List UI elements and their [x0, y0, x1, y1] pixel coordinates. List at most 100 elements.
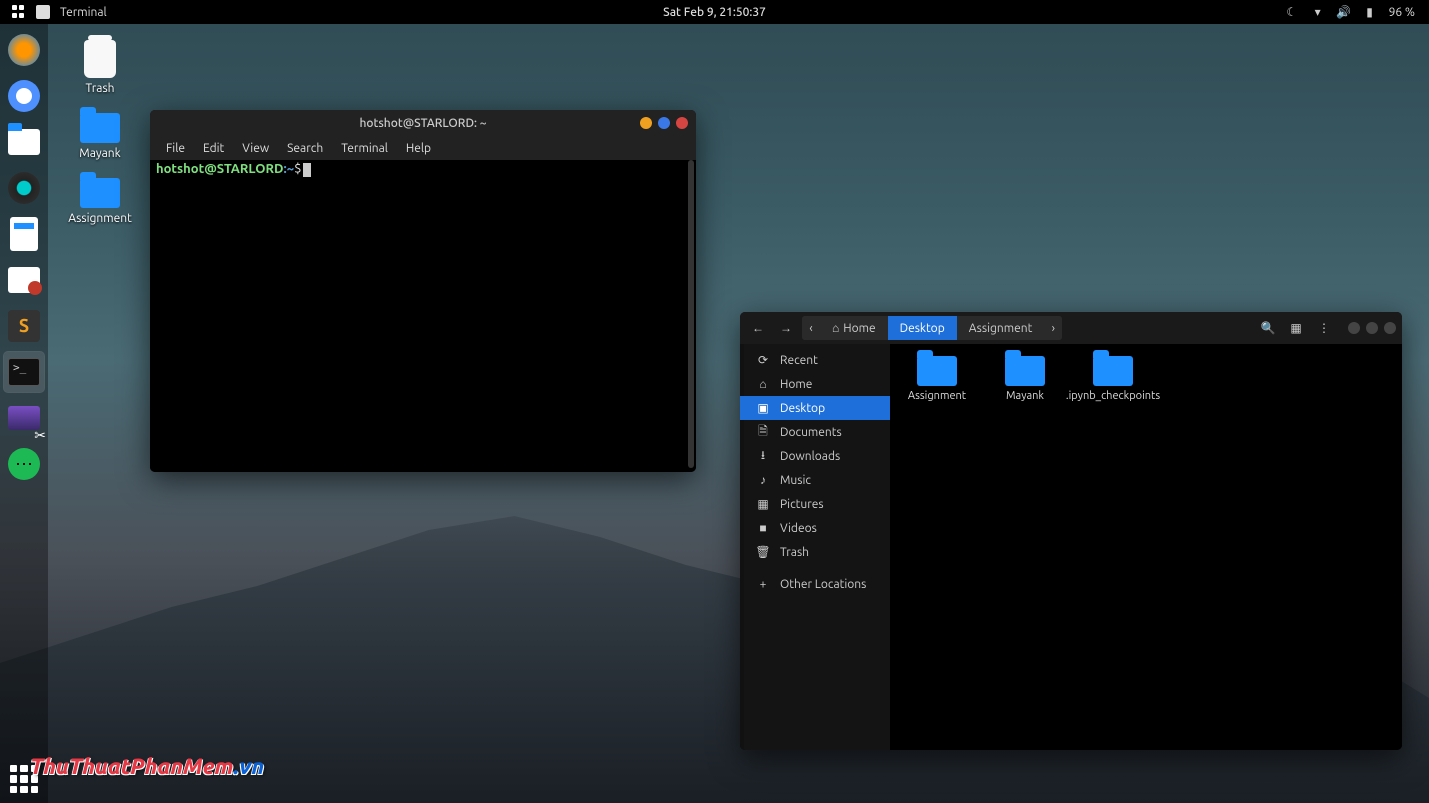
desktop-icon-trash[interactable]: Trash	[60, 40, 140, 95]
folder-item-assignment[interactable]: Assignment	[902, 356, 972, 402]
grid-icon: ▦	[1290, 321, 1301, 335]
night-light-icon[interactable]: ☾	[1285, 5, 1299, 19]
files-launcher[interactable]	[4, 122, 44, 162]
sidebar-item-videos[interactable]: ■Videos	[744, 516, 890, 540]
terminal-scrollbar[interactable]	[688, 160, 694, 468]
terminal-titlebar[interactable]: hotshot@STARLORD: ~	[150, 110, 696, 136]
sidebar-item-desktop[interactable]: ▣Desktop	[744, 396, 890, 420]
menu-terminal[interactable]: Terminal	[333, 140, 396, 157]
scissors-icon: ✂	[34, 427, 46, 444]
folder-item-ipynb[interactable]: .ipynb_checkpoints	[1078, 356, 1148, 402]
trash-icon	[84, 40, 116, 78]
volume-icon[interactable]: 🔊	[1337, 5, 1351, 19]
desktop-icons: Trash Mayank Assignment	[60, 40, 140, 225]
folder-icon	[917, 356, 957, 386]
pathbar: ‹ ⌂Home Desktop Assignment ›	[802, 316, 1062, 340]
desktop-icon-mayank[interactable]: Mayank	[60, 113, 140, 160]
menu-help[interactable]: Help	[398, 140, 439, 157]
folder-item-mayank[interactable]: Mayank	[990, 356, 1060, 402]
menu-edit[interactable]: Edit	[195, 140, 232, 157]
screenshot-launcher[interactable]	[4, 260, 44, 300]
dock: S ✂ ⋯	[0, 24, 48, 803]
active-app-name[interactable]: Terminal	[60, 6, 107, 19]
clock[interactable]: Sat Feb 9, 21:50:37	[663, 6, 766, 19]
folder-icon	[80, 178, 120, 208]
prompt-symbol: $	[294, 162, 301, 176]
desktop-icon-label: Assignment	[68, 212, 132, 225]
desktop-icon-assignment[interactable]: Assignment	[60, 178, 140, 225]
file-manager-window: ← → ‹ ⌂Home Desktop Assignment › 🔍 ▦ ⋮ ⟳…	[740, 312, 1402, 750]
media-launcher[interactable]	[4, 168, 44, 208]
pictures-icon: ▦	[756, 497, 770, 511]
sidebar-item-trash[interactable]: 🗑Trash	[744, 540, 890, 564]
terminal-window: hotshot@STARLORD: ~ File Edit View Searc…	[150, 110, 696, 472]
menu-view[interactable]: View	[234, 140, 277, 157]
sidebar-item-other-locations[interactable]: +Other Locations	[744, 572, 890, 596]
search-button[interactable]: 🔍	[1256, 316, 1280, 340]
home-icon: ⌂	[832, 321, 839, 335]
battery-percent: 96 %	[1389, 6, 1415, 19]
desktop-icon-label: Trash	[85, 82, 114, 95]
fm-close-button[interactable]	[1384, 322, 1396, 334]
sidebar-item-recent[interactable]: ⟳Recent	[744, 348, 890, 372]
active-app-icon	[36, 5, 50, 19]
sidebar-item-music[interactable]: ♪Music	[744, 468, 890, 492]
view-mode-button[interactable]: ▦	[1284, 316, 1308, 340]
prompt-path: ~	[287, 162, 294, 176]
file-manager-content[interactable]: Assignment Mayank .ipynb_checkpoints	[890, 344, 1402, 750]
documents-icon: 🗎	[756, 425, 770, 439]
activities-button[interactable]	[12, 5, 26, 19]
breadcrumb-assignment[interactable]: Assignment	[957, 316, 1045, 340]
pathbar-prev[interactable]: ‹	[802, 316, 820, 340]
chromium-launcher[interactable]	[4, 76, 44, 116]
downloads-icon: ⭳	[756, 449, 770, 463]
back-button[interactable]: ←	[746, 316, 770, 340]
fm-minimize-button[interactable]	[1348, 322, 1360, 334]
music-icon: ♪	[756, 473, 770, 487]
close-button[interactable]	[676, 117, 688, 129]
search-icon: 🔍	[1261, 321, 1276, 335]
file-manager-sidebar: ⟳Recent ⌂Home ▣Desktop 🗎Documents ⭳Downl…	[744, 344, 890, 750]
sidebar-item-downloads[interactable]: ⭳Downloads	[744, 444, 890, 468]
forward-button[interactable]: →	[774, 316, 798, 340]
display-launcher[interactable]: ✂	[4, 398, 44, 438]
folder-icon	[1093, 356, 1133, 386]
recent-icon: ⟳	[756, 353, 770, 367]
file-manager-headerbar: ← → ‹ ⌂Home Desktop Assignment › 🔍 ▦ ⋮	[740, 312, 1402, 344]
cursor	[303, 163, 311, 177]
hamburger-menu-button[interactable]: ⋮	[1312, 316, 1336, 340]
writer-launcher[interactable]	[4, 214, 44, 254]
sidebar-item-home[interactable]: ⌂Home	[744, 372, 890, 396]
videos-icon: ■	[756, 521, 770, 535]
desktop-icon: ▣	[756, 401, 770, 415]
sidebar-item-pictures[interactable]: ▦Pictures	[744, 492, 890, 516]
menu-search[interactable]: Search	[279, 140, 331, 157]
breadcrumb-home[interactable]: ⌂Home	[820, 316, 888, 340]
terminal-launcher[interactable]	[4, 352, 44, 392]
spotify-launcher[interactable]: ⋯	[4, 444, 44, 484]
folder-icon	[80, 113, 120, 143]
sidebar-item-documents[interactable]: 🗎Documents	[744, 420, 890, 444]
watermark: ThuThuatPhanMem.vn	[30, 754, 264, 779]
maximize-button[interactable]	[658, 117, 670, 129]
trash-icon: 🗑	[756, 545, 770, 559]
folder-icon	[1005, 356, 1045, 386]
pathbar-next[interactable]: ›	[1044, 316, 1062, 340]
plus-icon: +	[756, 577, 770, 591]
network-icon[interactable]: ▾	[1311, 5, 1325, 19]
battery-icon[interactable]: ▮	[1363, 5, 1377, 19]
sublime-launcher[interactable]: S	[4, 306, 44, 346]
firefox-launcher[interactable]	[4, 30, 44, 70]
prompt-user: hotshot@STARLORD	[156, 162, 284, 176]
menu-icon: ⋮	[1318, 321, 1330, 335]
breadcrumb-desktop[interactable]: Desktop	[888, 316, 957, 340]
minimize-button[interactable]	[640, 117, 652, 129]
terminal-menubar: File Edit View Search Terminal Help	[150, 136, 696, 160]
top-bar: Terminal Sat Feb 9, 21:50:37 ☾ ▾ 🔊 ▮ 96 …	[0, 0, 1429, 24]
desktop-icon-label: Mayank	[79, 147, 120, 160]
terminal-title: hotshot@STARLORD: ~	[359, 117, 486, 130]
terminal-body[interactable]: hotshot@STARLORD:~$	[150, 160, 696, 472]
fm-maximize-button[interactable]	[1366, 322, 1378, 334]
menu-file[interactable]: File	[158, 140, 193, 157]
home-icon: ⌂	[756, 377, 770, 391]
